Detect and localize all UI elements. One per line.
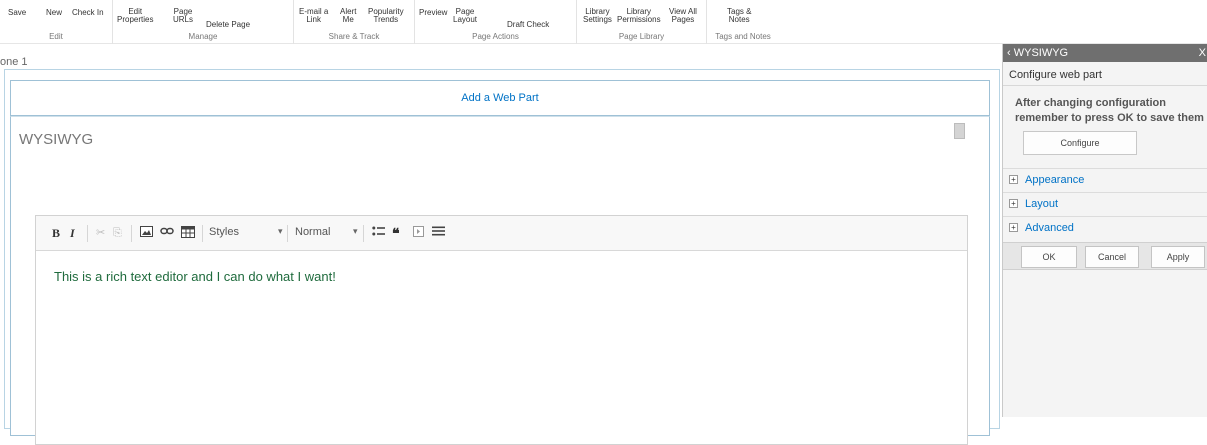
ribbon-group-share-track: E-mail a Link Alert Me Popularity Trends… xyxy=(294,0,415,44)
close-icon[interactable]: X xyxy=(1199,44,1206,62)
page-layout-button[interactable]: Page Layout xyxy=(453,8,477,24)
expand-icon[interactable]: + xyxy=(1009,223,1018,232)
web-part-menu-checkbox[interactable] xyxy=(954,123,965,139)
alert-me-button[interactable]: Alert Me xyxy=(340,8,356,24)
rich-text-editor: B I ✂ ⎘ Styles ▾ Normal ▾ ❝ This is a ri… xyxy=(35,215,968,445)
section-layout[interactable]: + Layout xyxy=(1003,192,1207,215)
section-appearance[interactable]: + Appearance xyxy=(1003,168,1207,191)
delete-page-button[interactable]: Delete Page xyxy=(206,21,250,29)
view-all-pages-button[interactable]: View All Pages xyxy=(669,8,697,24)
format-dropdown[interactable]: Normal xyxy=(295,226,330,238)
embed-icon[interactable] xyxy=(413,226,424,241)
page-urls-button[interactable]: Page URLs xyxy=(173,8,193,24)
email-link-button[interactable]: E-mail a Link xyxy=(299,8,328,24)
section-label: Layout xyxy=(1025,198,1059,210)
section-advanced[interactable]: + Advanced xyxy=(1003,216,1207,239)
toolbar-separator xyxy=(131,225,132,242)
styles-dropdown[interactable]: Styles xyxy=(209,226,239,238)
expand-icon[interactable]: + xyxy=(1009,199,1018,208)
cut-icon[interactable]: ✂ xyxy=(96,226,105,240)
blockquote-icon[interactable]: ❝ xyxy=(392,226,400,240)
apply-button[interactable]: Apply xyxy=(1151,246,1205,268)
chevron-down-icon[interactable]: ▾ xyxy=(278,226,283,237)
check-in-button[interactable]: Check In xyxy=(72,9,104,17)
save-button[interactable]: Save xyxy=(8,9,26,17)
cancel-button[interactable]: Cancel xyxy=(1085,246,1139,268)
configure-button[interactable]: Configure xyxy=(1023,131,1137,155)
tags-notes-button[interactable]: Tags & Notes xyxy=(727,8,751,24)
library-settings-button[interactable]: Library Settings xyxy=(583,8,612,24)
wysiwyg-web-part: WYSIWYG B I ✂ ⎘ Styles ▾ Normal ▾ ❝ This… xyxy=(10,116,990,445)
web-part-title: WYSIWYG xyxy=(19,131,94,148)
section-label: Appearance xyxy=(1025,174,1085,186)
editor-toolbar: B I ✂ ⎘ Styles ▾ Normal ▾ ❝ xyxy=(36,216,967,251)
ok-button[interactable]: OK xyxy=(1021,246,1077,268)
group-label-edit: Edit xyxy=(49,32,63,41)
group-label-tags-notes: Tags and Notes xyxy=(715,32,771,41)
chevron-down-icon[interactable]: ▾ xyxy=(353,226,358,237)
toolbar-separator xyxy=(287,225,288,242)
toolbar-separator xyxy=(363,225,364,242)
toolbar-separator xyxy=(87,225,88,242)
new-button[interactable]: New xyxy=(46,9,62,17)
group-label-share-track: Share & Track xyxy=(328,32,380,41)
tool-pane-buttons: OK Cancel Apply xyxy=(1003,242,1207,270)
ribbon-group-tags-notes: Tags & Notes Tags and Notes xyxy=(707,0,779,44)
edit-properties-button[interactable]: Edit Properties xyxy=(117,8,153,24)
image-icon[interactable] xyxy=(140,226,153,241)
ribbon: Save New Check In Edit Edit Properties P… xyxy=(0,0,1207,44)
italic-icon[interactable]: I xyxy=(70,226,75,240)
copy-icon[interactable]: ⎘ xyxy=(113,226,122,240)
library-permissions-button[interactable]: Library Permissions xyxy=(617,8,661,24)
ribbon-group-manage: Edit Properties Page URLs Delete Page Ma… xyxy=(113,0,294,44)
tool-pane-subtitle: Configure web part xyxy=(1003,64,1207,86)
toolbar-separator xyxy=(202,225,203,242)
group-label-page-library: Page Library xyxy=(618,32,665,41)
zone-label: one 1 xyxy=(0,56,28,68)
table-icon[interactable] xyxy=(181,226,195,242)
ribbon-group-page-library: Library Settings Library Permissions Vie… xyxy=(577,0,707,44)
add-web-part-link[interactable]: Add a Web Part xyxy=(10,80,990,116)
preview-button[interactable]: Preview xyxy=(419,9,447,17)
justify-icon[interactable] xyxy=(432,226,445,240)
ribbon-group-page-actions: Preview Page Layout Draft Check Page Act… xyxy=(415,0,577,44)
draft-check-button[interactable]: Draft Check xyxy=(507,21,549,29)
editor-content[interactable]: This is a rich text editor and I can do … xyxy=(54,269,336,284)
link-icon[interactable] xyxy=(160,226,174,240)
tool-pane-title[interactable]: ‹ WYSIWYG xyxy=(1007,47,1068,59)
section-label: Advanced xyxy=(1025,222,1074,234)
ribbon-group-edit: Save New Check In Edit xyxy=(0,0,113,44)
tool-pane: ‹ WYSIWYG X Configure web part After cha… xyxy=(1002,44,1207,417)
tool-pane-header: ‹ WYSIWYG X xyxy=(1003,44,1207,62)
group-label-page-actions: Page Actions xyxy=(472,32,519,41)
bold-icon[interactable]: B xyxy=(52,226,60,240)
expand-icon[interactable]: + xyxy=(1009,175,1018,184)
popularity-trends-button[interactable]: Popularity Trends xyxy=(368,8,404,24)
bulleted-list-icon[interactable] xyxy=(372,226,385,241)
configuration-message: After changing configuration remember to… xyxy=(1015,97,1204,124)
group-label-manage: Manage xyxy=(188,32,218,41)
